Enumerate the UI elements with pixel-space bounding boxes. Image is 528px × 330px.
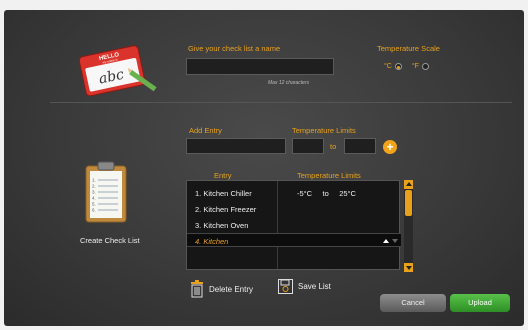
delete-entry-label: Delete Entry: [209, 284, 254, 294]
to-label: to: [330, 142, 337, 151]
row-entry-name: 3. Kitchen Oven: [195, 221, 249, 230]
table-row[interactable]: 2. Kitchen Freezer: [187, 202, 401, 216]
scroll-thumb[interactable]: [405, 190, 412, 216]
row-to: to: [322, 189, 329, 198]
entry-table: 1. Kitchen Chiller -5°C to 25°C 2. Kitch…: [186, 180, 401, 270]
temperature-limits-label: Temperature Limits: [292, 126, 356, 135]
floppy-disk-icon: [278, 279, 293, 294]
row-entry-name: 1. Kitchen Chiller: [195, 189, 252, 198]
row-entry-name: 4. Kitchen: [195, 237, 229, 246]
delete-entry-button[interactable]: Delete Entry: [190, 280, 253, 298]
svg-text:3.: 3.: [92, 190, 96, 195]
svg-text:1.: 1.: [92, 178, 96, 183]
svg-text:2.: 2.: [92, 184, 96, 189]
low-limit-input[interactable]: [292, 138, 324, 154]
fahrenheit-radio[interactable]: [421, 63, 429, 70]
entry-column-header: Entry: [214, 171, 232, 180]
scale-radio-group: °C °F: [384, 63, 429, 70]
row-entry-name: 2. Kitchen Freezer: [195, 205, 257, 214]
table-row[interactable]: 3. Kitchen Oven: [187, 218, 401, 232]
row-stepper-icon[interactable]: [383, 238, 399, 244]
add-entry-plus-button[interactable]: +: [383, 140, 397, 154]
table-row[interactable]: 1. Kitchen Chiller -5°C to 25°C: [187, 186, 401, 200]
save-list-button[interactable]: Save List: [278, 279, 331, 294]
row-high-limit: 25°C: [339, 189, 356, 198]
add-entry-input[interactable]: [186, 138, 286, 154]
fahrenheit-label: °F: [411, 63, 419, 70]
section-divider: [50, 102, 512, 103]
row-temperature-limits: -5°C to 25°C: [297, 189, 356, 198]
checklist-name-label: Give your check list a name: [188, 44, 281, 53]
checklist-name-input[interactable]: [186, 58, 334, 75]
upload-button[interactable]: Upload: [450, 294, 510, 312]
high-limit-input[interactable]: [344, 138, 376, 154]
celsius-radio[interactable]: [394, 63, 402, 70]
clipboard-icon: 1.2.3. 4.5.6.: [85, 161, 127, 223]
temperature-scale-label: Temperature Scale: [377, 44, 440, 53]
svg-text:4.: 4.: [92, 196, 96, 201]
save-list-label: Save List: [298, 282, 331, 291]
svg-text:5.: 5.: [92, 202, 96, 207]
max-characters-note: Max 12 characters: [268, 80, 310, 86]
trash-icon: [191, 280, 203, 298]
table-row-selected[interactable]: 4. Kitchen: [187, 233, 401, 247]
celsius-label: °C: [384, 63, 392, 70]
add-entry-label: Add Entry: [189, 126, 222, 135]
row-low-limit: -5°C: [297, 189, 313, 198]
name-tag-icon: HELLO my name is abc: [78, 45, 157, 97]
create-checklist-caption: Create Check List: [80, 236, 140, 245]
cancel-button[interactable]: Cancel: [380, 294, 446, 312]
table-scrollbar[interactable]: [404, 180, 413, 272]
limits-column-header: Temperature Limits: [297, 171, 361, 180]
scroll-up-button[interactable]: [404, 180, 413, 189]
svg-text:6.: 6.: [92, 208, 96, 213]
scroll-down-button[interactable]: [404, 263, 413, 272]
